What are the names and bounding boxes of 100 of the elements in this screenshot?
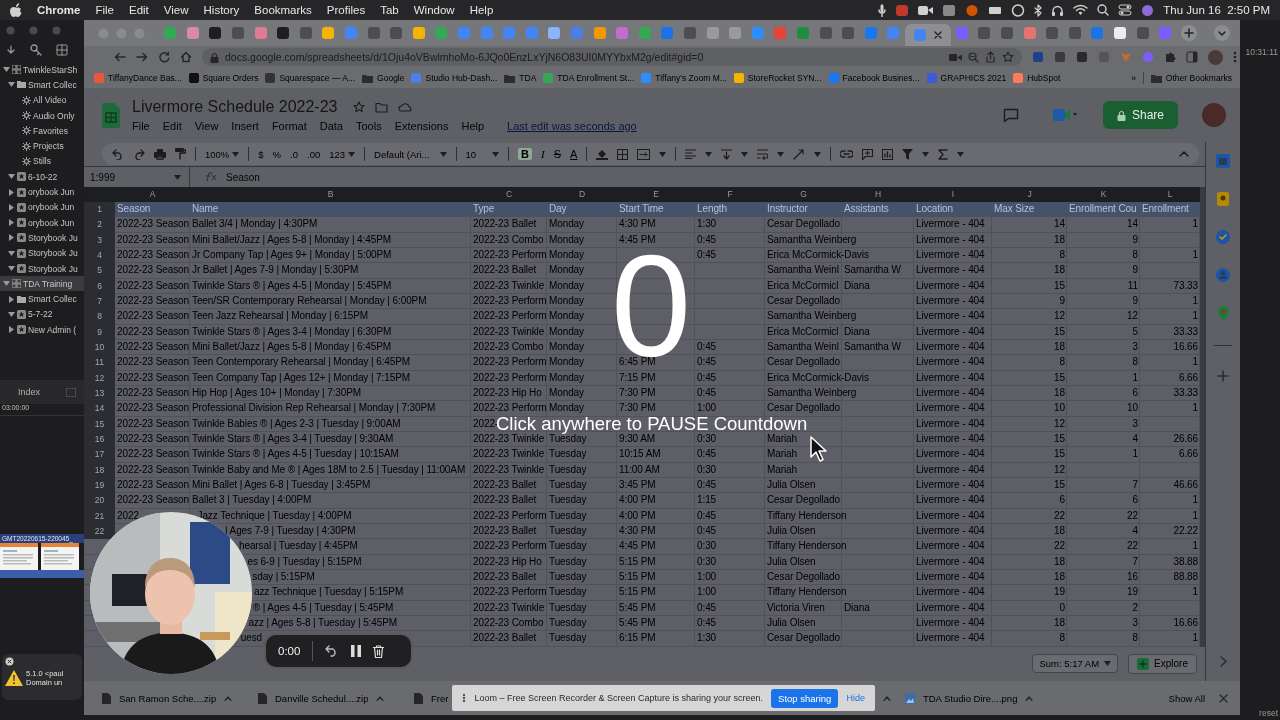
number-format-dropdown[interactable]: 123 [329, 148, 356, 160]
calendar-icon[interactable] [1216, 154, 1230, 168]
meet-icon[interactable] [1052, 108, 1077, 122]
close-icon[interactable] [933, 31, 942, 39]
puzzle-icon[interactable] [1164, 51, 1176, 63]
extension-icon[interactable] [1032, 51, 1044, 63]
back-icon[interactable] [114, 51, 126, 63]
search-icon[interactable] [1097, 4, 1110, 16]
row-number[interactable]: 2 [84, 217, 115, 233]
menu-item[interactable]: Help [461, 120, 485, 132]
import-icon[interactable] [6, 45, 16, 56]
caret-up-icon[interactable] [376, 695, 385, 701]
sidebar-item[interactable]: Projects [0, 138, 84, 154]
text-color-button[interactable]: A [570, 148, 578, 160]
strikethrough-button[interactable]: S [553, 148, 562, 160]
sidebar-icon[interactable] [1186, 51, 1198, 63]
more-icon[interactable] [1233, 51, 1237, 63]
download-item[interactable]: Frer [431, 692, 449, 704]
currency-button[interactable]: $ [258, 148, 264, 160]
explore-button[interactable]: Explore [1128, 653, 1197, 674]
sidebar-item[interactable]: Smart Collec [0, 77, 84, 93]
sidebar-item[interactable]: Storybook Ju [0, 260, 84, 277]
reset-button[interactable]: reset [1259, 708, 1278, 718]
menu-item[interactable]: History [203, 4, 240, 16]
collapse-icon[interactable] [1179, 151, 1189, 157]
add-icon[interactable] [1217, 370, 1229, 382]
extension-icon[interactable] [1054, 51, 1066, 63]
app-icon[interactable] [942, 3, 957, 17]
reload-icon[interactable] [158, 51, 170, 63]
pause-icon[interactable] [351, 645, 362, 657]
avatar-icon[interactable] [1202, 103, 1226, 127]
zoom-dropdown[interactable]: 100% [205, 148, 240, 160]
column-header[interactable]: K [1067, 187, 1140, 202]
stop-sharing-button[interactable]: Stop sharing [771, 688, 839, 708]
download-item[interactable]: Danville Schedul....zip [275, 692, 369, 704]
filter-icon[interactable] [902, 148, 914, 160]
tab-search-icon[interactable] [1214, 25, 1230, 41]
fill-color-icon[interactable] [596, 148, 609, 160]
paint-format-icon[interactable] [175, 148, 186, 160]
formula-field[interactable]: Season [226, 171, 260, 183]
link-icon[interactable] [840, 150, 854, 158]
sidebar-item[interactable]: Stills [0, 153, 84, 170]
bookmark[interactable]: HubSpot [1013, 73, 1061, 83]
bookmark[interactable]: TDA [504, 73, 537, 83]
sidebar-item[interactable]: New Admin ( [0, 322, 84, 338]
disclosure-triangle-icon[interactable] [3, 66, 10, 74]
menu-item[interactable]: Edit [162, 120, 182, 132]
download-item[interactable]: TDA Studio Dire....png [922, 692, 1018, 704]
bookmark[interactable]: GRAPHICS 2021 [926, 73, 1007, 83]
menu-item[interactable]: File [132, 120, 150, 132]
increase-decimal-button[interactable]: .00 [307, 148, 321, 160]
wifi-icon[interactable] [1073, 4, 1089, 16]
window-button[interactable] [52, 25, 61, 35]
column-header[interactable]: H [842, 187, 914, 202]
more-bookmarks-button[interactable]: » [1131, 73, 1136, 83]
sidebar-item[interactable]: Favorites [0, 123, 84, 139]
menu-item[interactable]: View [163, 4, 189, 16]
bookmark[interactable]: TDA Enrollment St... [543, 73, 635, 83]
folder-icon[interactable] [375, 101, 389, 113]
column-header[interactable]: D [547, 187, 617, 202]
microphone-icon[interactable] [878, 3, 887, 17]
caret-up-icon[interactable] [882, 695, 891, 701]
column-header[interactable]: I [914, 187, 992, 202]
row-number[interactable]: 14 [84, 401, 115, 417]
apple-icon[interactable] [10, 3, 22, 17]
download-item[interactable]: San Ramon Sche....zip [119, 692, 217, 704]
bold-button[interactable]: B [518, 148, 533, 160]
decrease-decimal-button[interactable]: .0 [290, 148, 298, 160]
insert-comment-icon[interactable] [862, 148, 874, 160]
row-number[interactable]: 11 [84, 355, 115, 371]
sidebar-item[interactable]: orybook Jun [0, 184, 84, 200]
share-button[interactable]: Share [1102, 101, 1178, 129]
font-size-dropdown[interactable]: 10 [465, 148, 500, 160]
menu-item[interactable]: Format [271, 120, 307, 132]
percent-button[interactable]: % [272, 148, 282, 160]
disclosure-triangle-icon[interactable] [8, 188, 15, 196]
caret-up-icon[interactable] [1025, 695, 1034, 701]
row-number[interactable]: 8 [84, 309, 115, 325]
column-header[interactable]: J [992, 187, 1067, 202]
menu-item[interactable]: Bookmarks [254, 4, 312, 16]
toggle-icon[interactable] [1118, 4, 1133, 16]
borders-icon[interactable] [617, 148, 629, 160]
sidebar-item[interactable]: 6-10-22 [0, 169, 84, 185]
column-header[interactable]: L [1140, 187, 1200, 202]
sidebar-item[interactable]: Storybook Ju [0, 230, 84, 246]
sidebar-item[interactable]: Audio Only [0, 107, 84, 124]
sidebar-item[interactable]: Smart Collec [0, 291, 84, 307]
disclosure-triangle-icon[interactable] [8, 310, 15, 318]
bookmark[interactable]: Squarespace — A... [265, 73, 356, 83]
text-wrap-icon[interactable] [757, 148, 769, 160]
clock[interactable]: Thu Jun 16 2:50 PM [1163, 4, 1270, 16]
row-number[interactable]: 5 [84, 263, 115, 279]
disclosure-triangle-icon[interactable] [8, 203, 15, 211]
menu-item[interactable]: Profiles [326, 4, 366, 16]
column-header[interactable]: B [190, 187, 471, 202]
app-icon[interactable] [1011, 3, 1026, 17]
chevron-right-icon[interactable] [1219, 656, 1227, 667]
menu-item[interactable]: File [95, 4, 114, 16]
window-button[interactable] [29, 25, 38, 35]
library-icon[interactable] [56, 44, 68, 57]
